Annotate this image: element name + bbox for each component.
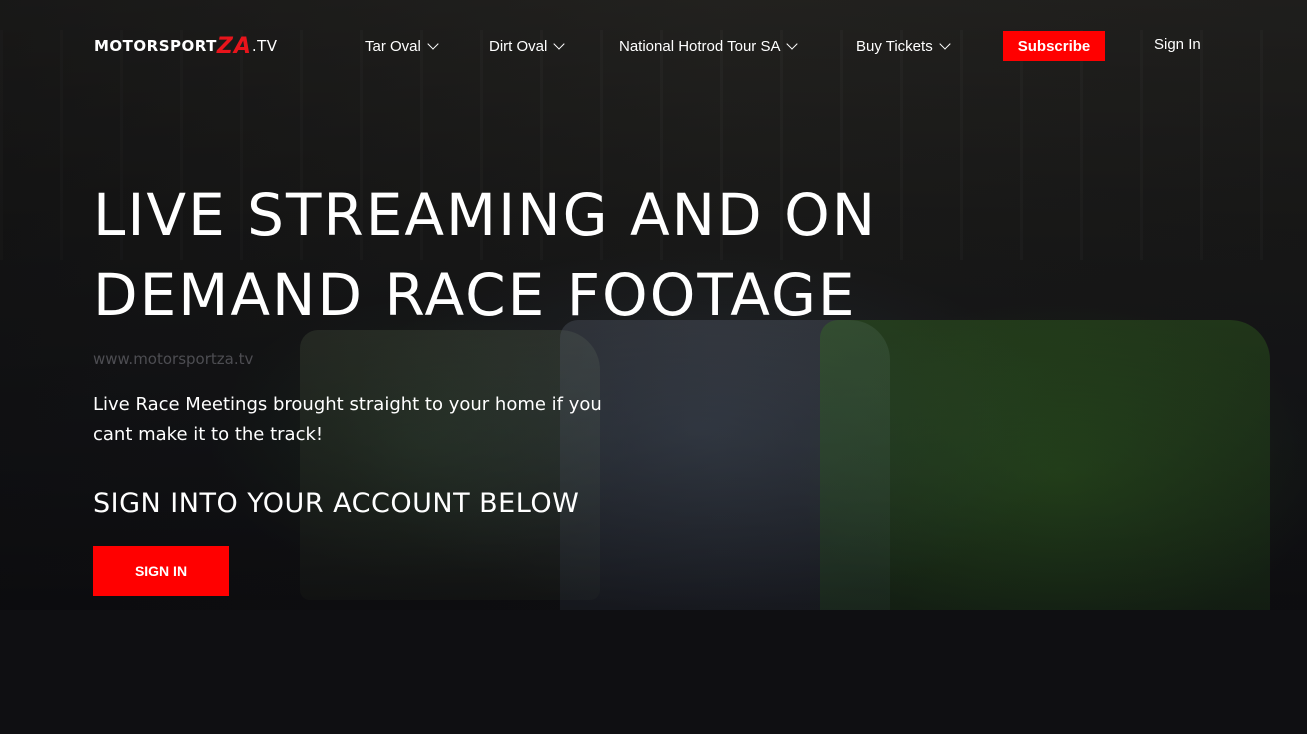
sign-in-button[interactable]: SIGN IN [93, 546, 229, 596]
hero-headline-line2: DEMAND RACE FOOTAGE [93, 261, 857, 329]
subscribe-button[interactable]: Subscribe [1003, 31, 1105, 61]
chevron-down-icon [939, 38, 951, 50]
logo-text-za: ZA [216, 34, 252, 59]
sign-in-prompt-heading: SIGN INTO YOUR ACCOUNT BELOW [93, 488, 580, 519]
header-sign-in-link[interactable]: Sign In [1154, 36, 1201, 53]
site-logo[interactable]: MOTORSPORTZA.TV [94, 34, 278, 59]
nav-item-label: Dirt Oval [489, 37, 548, 55]
nav-item-label: Tar Oval [365, 37, 421, 55]
nav-item-buy-tickets[interactable]: Buy Tickets [856, 36, 951, 56]
site-url-text: www.motorsportza.tv [93, 350, 254, 368]
chevron-down-icon [786, 38, 799, 50]
hero-headline: LIVE STREAMING AND ON DEMAND RACE FOOTAG… [93, 175, 1053, 335]
chevron-down-icon [553, 38, 566, 50]
logo-text-motorsport: MOTORSPORT [94, 37, 217, 55]
nav-item-label: Buy Tickets [856, 37, 933, 55]
nav-item-national-hotrod-tour[interactable]: National Hotrod Tour SA [619, 36, 799, 56]
site-header: MOTORSPORTZA.TV Tar Oval Dirt Oval Natio… [0, 0, 1307, 90]
nav-item-dirt-oval[interactable]: Dirt Oval [489, 36, 566, 56]
hero-headline-line1: LIVE STREAMING AND ON [93, 181, 878, 249]
nav-item-tar-oval[interactable]: Tar Oval [365, 36, 439, 56]
hero-tagline: Live Race Meetings brought straight to y… [93, 394, 602, 445]
logo-text-tv: .TV [251, 37, 278, 55]
nav-item-label: National Hotrod Tour SA [619, 37, 781, 55]
chevron-down-icon [427, 38, 439, 50]
